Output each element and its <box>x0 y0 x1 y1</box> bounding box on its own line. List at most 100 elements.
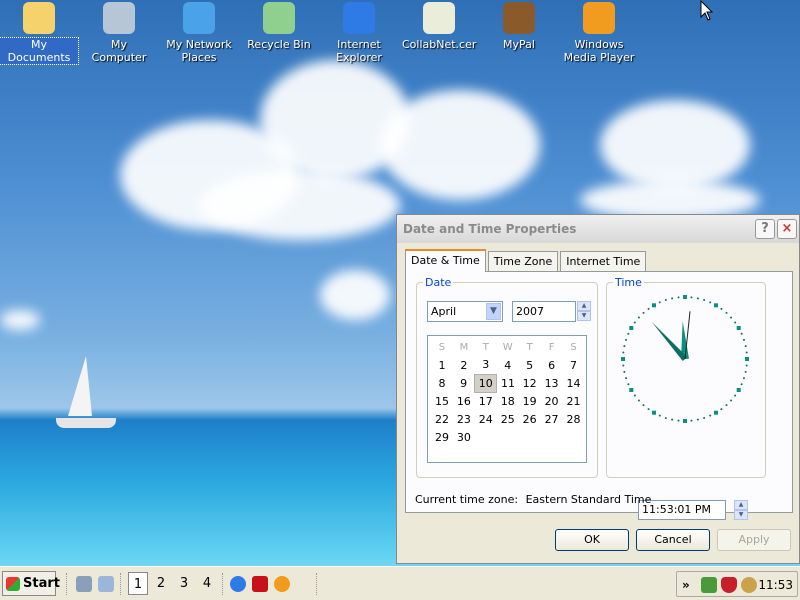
calendar-day[interactable]: 26 <box>519 410 541 428</box>
calendar-day[interactable]: 23 <box>453 410 475 428</box>
calendar-day[interactable]: 22 <box>431 410 453 428</box>
calendar-day[interactable]: 15 <box>431 392 453 410</box>
close-button[interactable]: × <box>777 219 797 239</box>
tab-time-zone[interactable]: Time Zone <box>487 251 559 272</box>
workspace-2[interactable]: 2 <box>151 572 171 595</box>
network-tray-icon[interactable] <box>701 577 717 593</box>
chevron-down-icon[interactable]: ▼ <box>486 303 501 320</box>
calendar-day[interactable]: 5 <box>519 356 541 374</box>
calendar-day[interactable]: 4 <box>497 356 519 374</box>
desktop-shortcut[interactable]: Internet Explorer <box>320 2 398 64</box>
apply-button[interactable]: Apply <box>717 529 791 551</box>
desktop-shortcut[interactable]: Windows Media Player <box>560 2 638 64</box>
calendar-day[interactable]: 21 <box>563 392 585 410</box>
workspace-1[interactable]: 1 <box>128 572 148 595</box>
clock-hour-mark <box>714 303 718 308</box>
user-tray-icon[interactable] <box>741 577 757 593</box>
spin-down-icon[interactable]: ▼ <box>734 510 748 520</box>
internet-explorer-icon[interactable] <box>230 576 246 592</box>
calendar-day[interactable]: 17 <box>475 392 497 410</box>
calendar-day[interactable]: 8 <box>431 374 453 392</box>
calendar-day[interactable]: 2 <box>453 356 475 374</box>
desktop-shortcut-label: Windows Media Player <box>563 38 635 64</box>
cloud <box>380 90 540 200</box>
sailboat-sail <box>68 356 92 416</box>
spin-up-icon[interactable]: ▲ <box>577 301 591 311</box>
calendar-day[interactable]: 30 <box>453 428 475 446</box>
calendar-day[interactable]: 16 <box>453 392 475 410</box>
clock-minute-mark <box>633 321 636 324</box>
desktop-shortcut[interactable]: MyPal <box>480 2 558 51</box>
tab-internet-time[interactable]: Internet Time <box>560 251 647 272</box>
timezone-line: Current time zone: Eastern Standard Time <box>415 493 651 506</box>
calendar-day[interactable]: 3 <box>475 356 497 374</box>
calendar-day[interactable]: 9 <box>453 374 475 392</box>
mypal-icon <box>503 2 535 34</box>
security-shield-icon[interactable] <box>721 577 737 593</box>
clock-minute-mark <box>623 370 626 373</box>
calendar-week: 29 30 <box>431 428 585 446</box>
calendar-day[interactable]: 6 <box>541 356 563 374</box>
clock-minute-mark <box>696 418 699 421</box>
month-select[interactable]: April ▼ <box>427 301 503 322</box>
calendar[interactable]: SMTWTFS 1 2 3 4 5 6 7 8 9 10 11 12 13 14 15 16 17 18 19 20 2… <box>427 335 587 463</box>
clock-minute-mark <box>725 311 728 314</box>
clock-minute-mark <box>730 316 733 319</box>
calendar-day[interactable]: 19 <box>519 392 541 410</box>
calendar-day[interactable]: 24 <box>475 410 497 428</box>
calendar-day[interactable]: 10 <box>474 373 498 393</box>
calendar-day[interactable]: 1 <box>431 356 453 374</box>
calendar-day[interactable]: 18 <box>497 392 519 410</box>
calendar-day[interactable]: 12 <box>519 374 541 392</box>
spin-up-icon[interactable]: ▲ <box>734 500 748 510</box>
clock-minute-mark <box>647 408 650 411</box>
taskbar-separator <box>316 573 318 595</box>
calendar-day[interactable]: 27 <box>541 410 563 428</box>
desktop-shortcut[interactable]: Recycle Bin <box>240 2 318 51</box>
time-spinner[interactable]: ▲ ▼ <box>734 500 748 520</box>
cancel-button[interactable]: Cancel <box>636 529 710 551</box>
calendar-day[interactable]: 7 <box>563 356 585 374</box>
help-button[interactable]: ? <box>755 219 775 239</box>
calendar-day[interactable]: 20 <box>541 392 563 410</box>
cloud <box>200 170 400 240</box>
workspace-4[interactable]: 4 <box>197 572 217 595</box>
clock-minute-mark <box>740 332 743 335</box>
tab-date-time[interactable]: Date & Time <box>405 249 486 272</box>
dialog-titlebar[interactable]: Date and Time Properties ? × <box>397 215 799 243</box>
ok-button[interactable]: OK <box>555 529 629 551</box>
calendar-day[interactable]: 29 <box>431 428 453 446</box>
calendar-day[interactable]: 13 <box>541 374 563 392</box>
calendar-day[interactable]: 28 <box>563 410 585 428</box>
taskbar: Start 1 2 3 4 » 11:53 <box>0 566 800 600</box>
tray-clock[interactable]: 11:53 <box>758 572 793 598</box>
weekday-header: T <box>526 341 533 353</box>
clock-minute-mark <box>742 377 745 380</box>
start-button[interactable]: Start <box>2 571 60 596</box>
calendar-day[interactable]: 25 <box>497 410 519 428</box>
workspace-3[interactable]: 3 <box>174 572 194 595</box>
red-app-icon[interactable] <box>252 576 268 592</box>
show-desktop-icon[interactable] <box>76 576 92 592</box>
spin-down-icon[interactable]: ▼ <box>577 311 591 321</box>
desktop-shortcut[interactable]: My Documents <box>0 2 79 65</box>
calendar-day[interactable]: 11 <box>497 374 519 392</box>
clock-hour-mark <box>714 410 718 415</box>
clock-minute-mark <box>742 338 745 341</box>
clock-minute-mark <box>744 345 747 348</box>
year-spinner[interactable]: ▲ ▼ <box>577 301 591 321</box>
year-field[interactable]: 2007 <box>512 301 576 322</box>
desktop-shortcut[interactable]: CollabNet.cer <box>400 2 478 51</box>
calendar-day[interactable]: 14 <box>563 374 585 392</box>
clock-hour-mark <box>745 357 749 361</box>
dialog-title: Date and Time Properties <box>403 222 577 236</box>
media-player-icon[interactable] <box>274 576 290 592</box>
tray-expand-icon[interactable]: » <box>682 572 690 598</box>
desktop-shortcut[interactable]: My Computer <box>80 2 158 64</box>
month-value: April <box>431 305 457 318</box>
desktop-shortcut[interactable]: My Network Places <box>160 2 238 64</box>
cloud <box>0 310 40 330</box>
screenshot-tool-icon[interactable] <box>98 576 114 592</box>
timezone-value: Eastern Standard Time <box>525 493 652 506</box>
start-label: Start <box>23 576 60 591</box>
